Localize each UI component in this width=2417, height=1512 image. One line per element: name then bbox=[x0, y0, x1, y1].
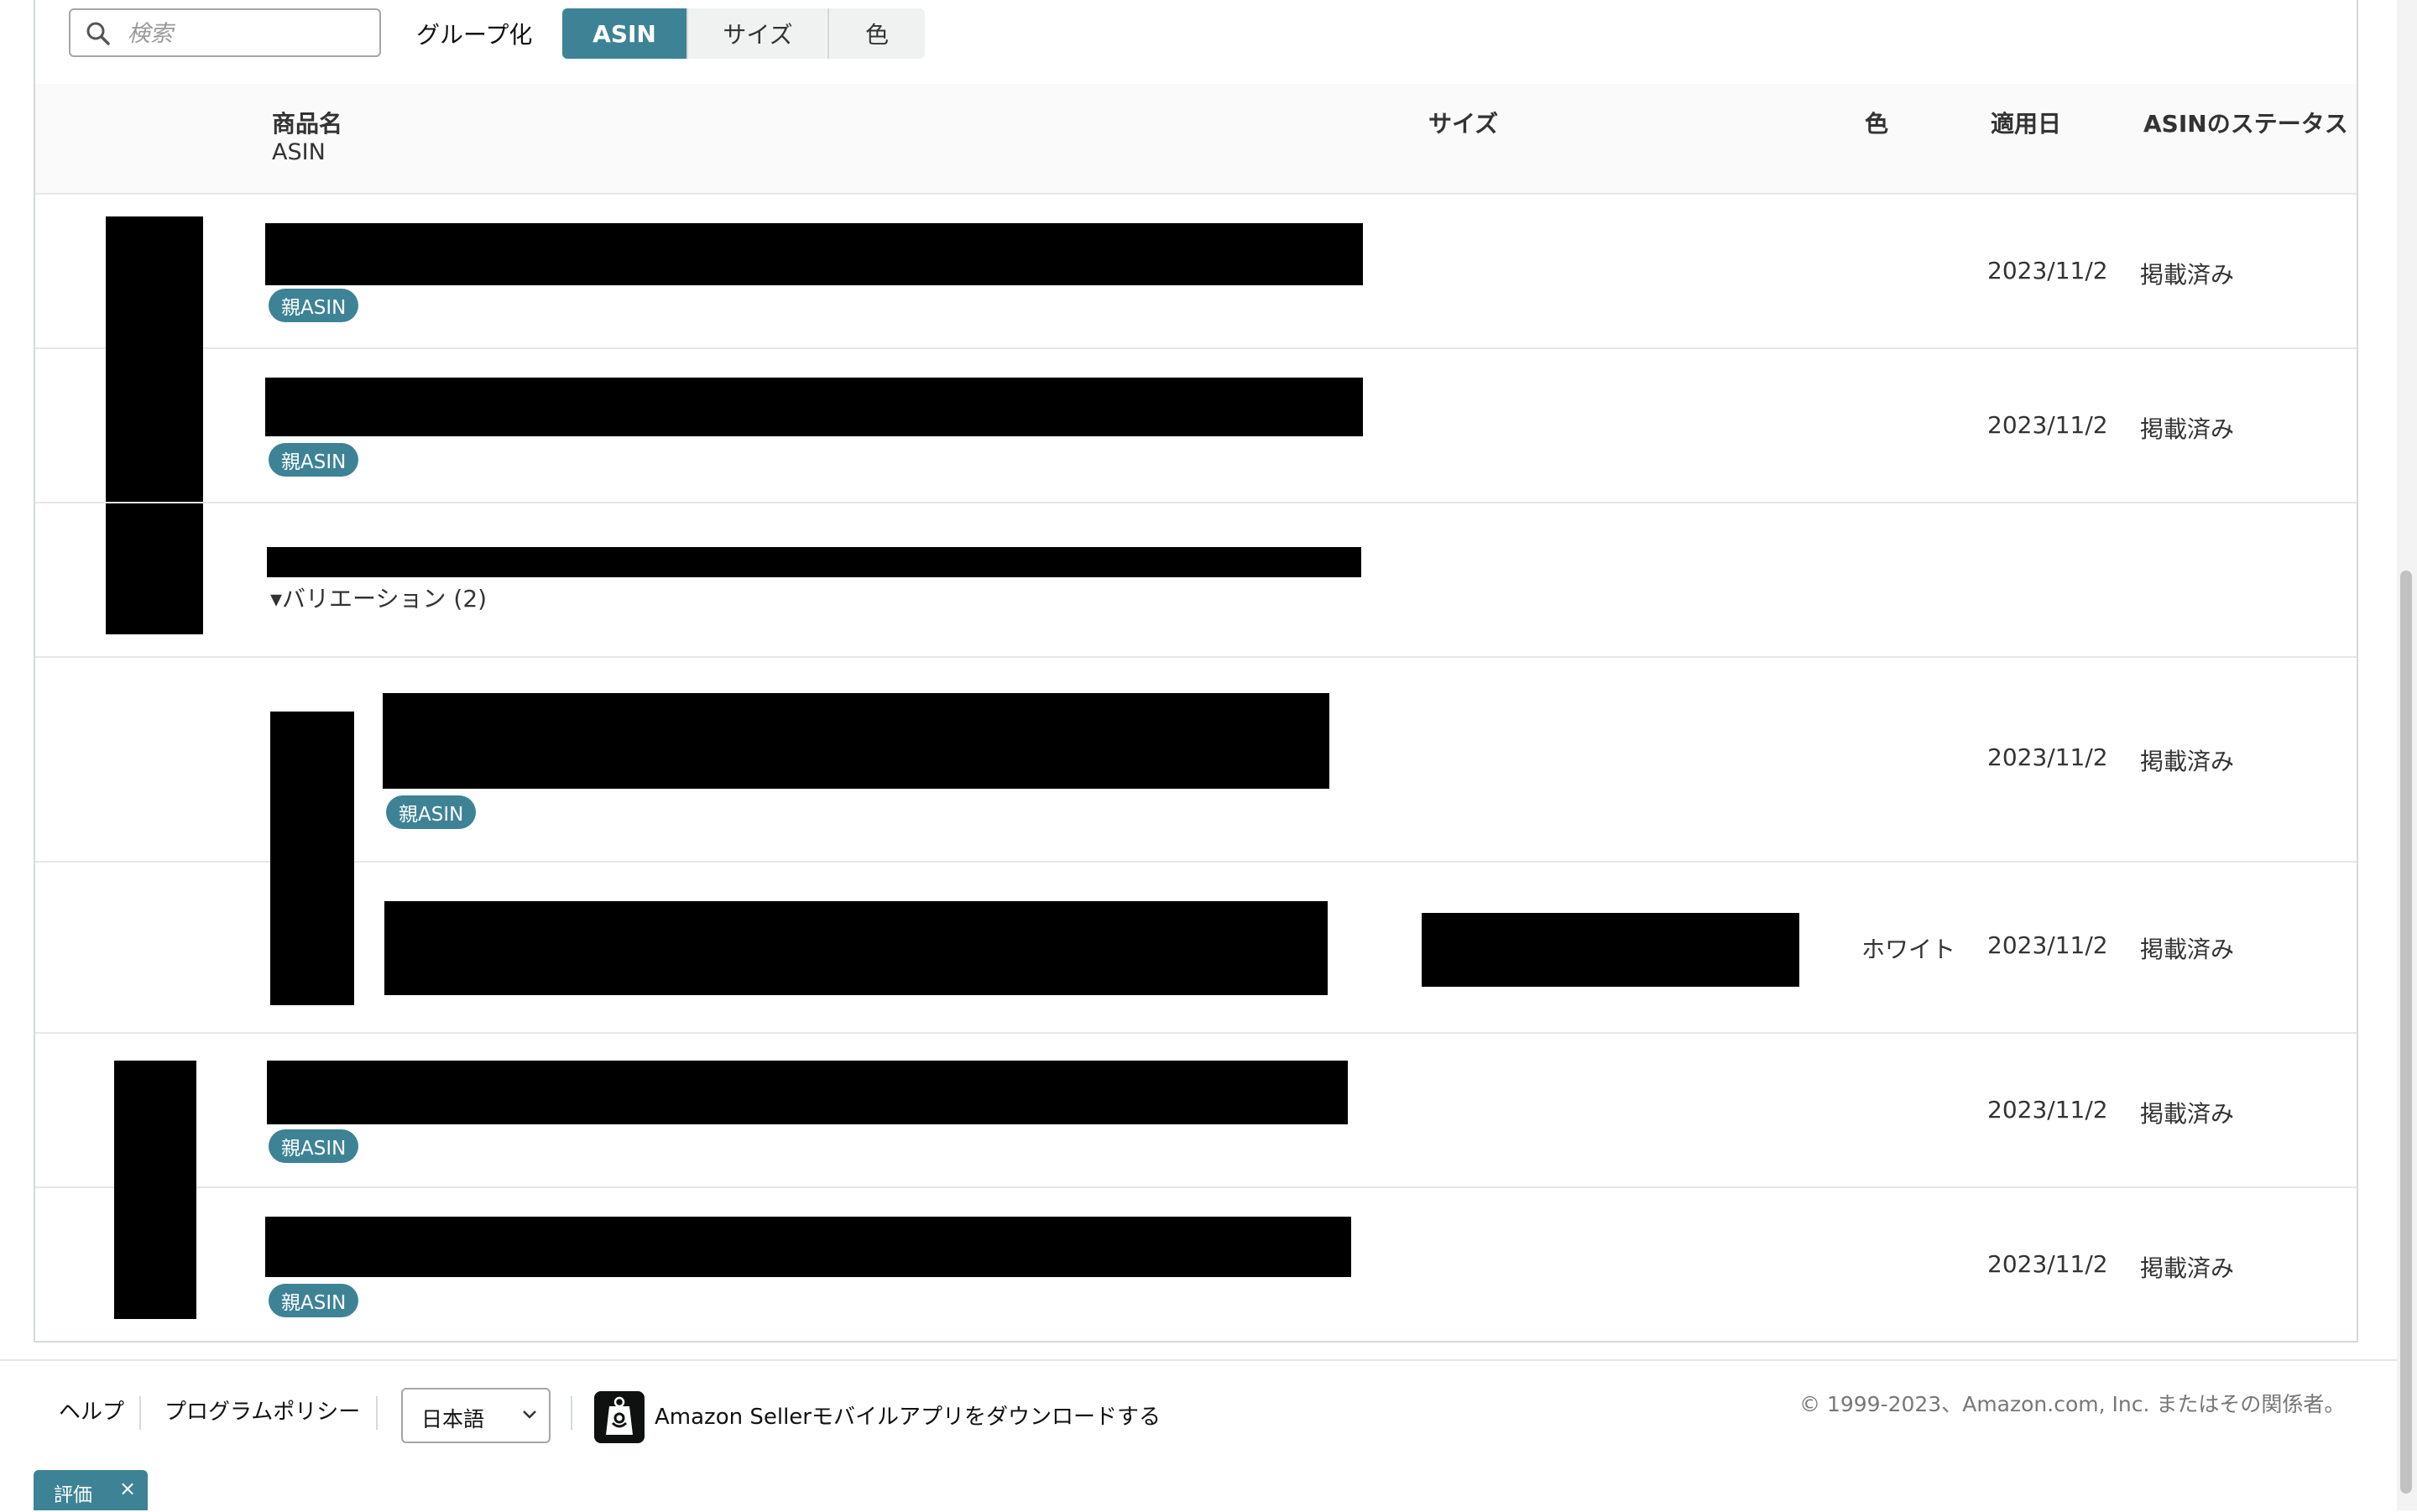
asin-status: 掲載済み bbox=[2140, 1254, 2235, 1282]
scrollbar-thumb[interactable] bbox=[2400, 571, 2412, 1494]
group-by-label: グループ化 bbox=[416, 21, 533, 49]
table-toolbar: グループ化 ASIN サイズ 色 bbox=[35, 0, 2357, 86]
color-value: ホワイト bbox=[1861, 936, 1956, 963]
table-row[interactable]: 親ASIN 2023/11/2 掲載済み bbox=[35, 193, 2357, 634]
table-row-variation-child[interactable]: 親ASIN 2023/11/2 掲載済み bbox=[35, 656, 2357, 1005]
applied-date: 2023/11/2 bbox=[1987, 257, 2108, 284]
header-asin: ASIN bbox=[272, 139, 326, 165]
search-icon bbox=[86, 22, 110, 45]
product-name-redacted[interactable] bbox=[265, 1217, 1351, 1277]
product-name-redacted[interactable] bbox=[265, 223, 1363, 285]
parent-asin-badge: 親ASIN bbox=[269, 1284, 359, 1317]
product-name-redacted[interactable] bbox=[267, 1061, 1348, 1124]
parent-asin-badge: 親ASIN bbox=[386, 795, 477, 829]
group-by-color-button[interactable]: 色 bbox=[829, 8, 925, 59]
app-download-link[interactable]: Amazon Sellerモバイルアプリをダウンロードする bbox=[655, 1400, 1161, 1431]
asin-status: 掲載済み bbox=[2140, 415, 2235, 443]
header-size[interactable]: サイズ bbox=[1428, 106, 1498, 139]
asin-table-panel: グループ化 ASIN サイズ 色 商品名 ASIN サイズ 色 適用日 ASIN… bbox=[34, 0, 2358, 1343]
header-color[interactable]: 色 bbox=[1865, 106, 1888, 139]
parent-asin-badge: 親ASIN bbox=[269, 1129, 359, 1163]
program-policy-link[interactable]: プログラムポリシー bbox=[164, 1395, 360, 1426]
table-header: 商品名 ASIN サイズ 色 適用日 ASINのステータス bbox=[35, 84, 2357, 195]
parent-asin-badge: 親ASIN bbox=[269, 289, 359, 322]
applied-date: 2023/11/2 bbox=[1987, 1250, 2108, 1278]
parent-asin-badge: 親ASIN bbox=[269, 443, 359, 477]
variation-toggle[interactable]: ▾バリエーション (2) bbox=[270, 581, 487, 614]
group-by-asin-button[interactable]: ASIN bbox=[562, 8, 688, 59]
footer-divider bbox=[571, 1396, 572, 1430]
copyright-text: © 1999-2023、Amazon.com, Inc. またはその関係者。 bbox=[1799, 1392, 2346, 1416]
product-name-redacted[interactable] bbox=[267, 547, 1361, 577]
group-by-segmented-control: ASIN サイズ 色 bbox=[562, 8, 925, 59]
page-footer: ヘルプ プログラムポリシー 日本語 Amazon Sellerモバイルアプリをダ… bbox=[0, 1359, 2417, 1512]
applied-date: 2023/11/2 bbox=[1987, 743, 2108, 771]
applied-date: 2023/11/2 bbox=[1987, 1096, 2108, 1124]
feedback-label: 評価 bbox=[54, 1484, 92, 1506]
header-product-name[interactable]: 商品名 bbox=[272, 106, 342, 139]
asin-status: 掲載済み bbox=[2140, 261, 2235, 289]
search-input[interactable] bbox=[126, 17, 373, 50]
language-select[interactable]: 日本語 bbox=[401, 1388, 551, 1443]
product-name-redacted[interactable] bbox=[265, 378, 1363, 436]
asin-status: 掲載済み bbox=[2140, 748, 2235, 775]
table-row[interactable]: 親ASIN 2023/11/2 掲載済み bbox=[35, 1032, 2357, 1319]
chevron-down-icon bbox=[523, 1410, 536, 1419]
footer-divider bbox=[139, 1396, 141, 1430]
group-by-size-button[interactable]: サイズ bbox=[688, 8, 829, 59]
product-name-redacted[interactable] bbox=[383, 693, 1329, 789]
applied-date: 2023/11/2 bbox=[1987, 411, 2108, 439]
asin-status: 掲載済み bbox=[2140, 936, 2235, 963]
shopping-tag-icon bbox=[606, 1396, 633, 1435]
table-row-variation-parent[interactable]: ▾バリエーション (2) bbox=[35, 502, 2357, 658]
close-icon[interactable]: × bbox=[119, 1477, 136, 1500]
feedback-tab[interactable]: 評価 × bbox=[34, 1470, 148, 1510]
size-redacted bbox=[1422, 913, 1799, 987]
footer-divider bbox=[376, 1396, 378, 1430]
table-row[interactable]: 親ASIN 2023/11/2 掲載済み bbox=[35, 347, 2357, 503]
applied-date: 2023/11/2 bbox=[1987, 931, 2108, 959]
language-select-value: 日本語 bbox=[421, 1407, 485, 1431]
search-box[interactable] bbox=[69, 8, 381, 57]
header-applied-date[interactable]: 適用日 bbox=[1991, 106, 2061, 139]
header-asin-status[interactable]: ASINのステータス bbox=[2143, 106, 2348, 139]
table-row-variation-child[interactable]: ホワイト 2023/11/2 掲載済み bbox=[35, 861, 2357, 1034]
table-row[interactable]: 親ASIN 2023/11/2 掲載済み bbox=[35, 1186, 2357, 1341]
amazon-seller-app-icon[interactable] bbox=[594, 1391, 645, 1443]
product-name-redacted[interactable] bbox=[384, 901, 1328, 995]
asin-status: 掲載済み bbox=[2140, 1100, 2235, 1128]
help-link[interactable]: ヘルプ bbox=[59, 1395, 124, 1426]
